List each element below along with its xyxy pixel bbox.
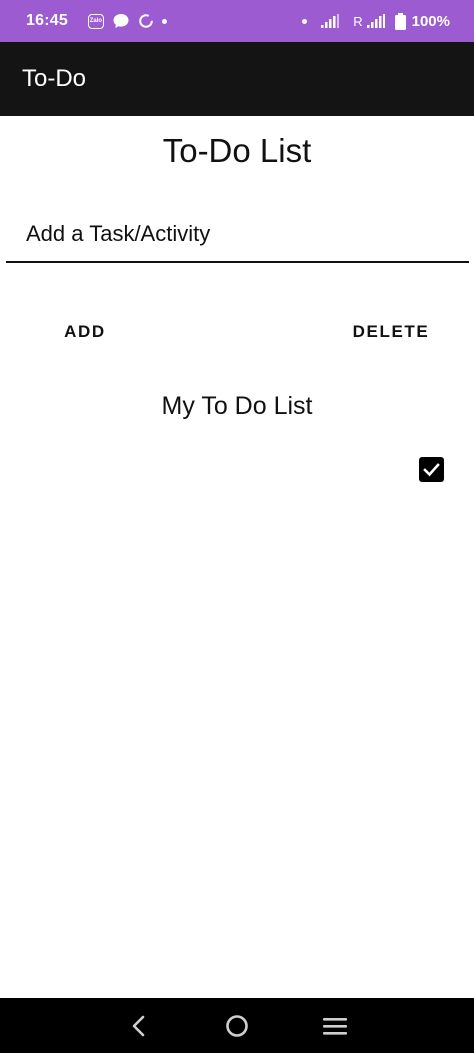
roaming-signal-icon xyxy=(366,14,385,28)
item-checkbox[interactable] xyxy=(419,457,444,482)
sync-icon xyxy=(138,13,154,29)
task-input[interactable] xyxy=(6,206,469,263)
home-icon[interactable] xyxy=(217,1006,257,1046)
app-title: To-Do xyxy=(22,65,87,92)
status-time: 16:45 xyxy=(26,12,68,29)
back-icon[interactable] xyxy=(119,1006,159,1046)
todo-list xyxy=(0,448,474,490)
app-bar: To-Do xyxy=(0,42,474,116)
checkmark-icon xyxy=(423,463,440,477)
chat-bubble-icon xyxy=(112,12,130,30)
battery-icon xyxy=(394,12,406,30)
list-item[interactable] xyxy=(0,448,474,490)
recents-icon[interactable] xyxy=(315,1006,355,1046)
list-heading: My To Do List xyxy=(161,392,313,420)
signal-icon xyxy=(321,14,340,28)
status-bar: 16:45 Zalo R 100% xyxy=(0,0,474,42)
navigation-bar xyxy=(0,998,474,1053)
delete-button[interactable]: DELETE xyxy=(336,310,446,354)
dot-icon xyxy=(302,18,308,24)
status-right: R 100% xyxy=(302,12,450,30)
status-left: 16:45 Zalo xyxy=(26,12,175,30)
add-button[interactable]: ADD xyxy=(38,310,132,354)
page-title: To-Do List xyxy=(162,132,312,169)
roaming-label: R xyxy=(353,13,363,29)
battery-percentage: 100% xyxy=(411,12,450,30)
zalo-icon-text: Zalo xyxy=(87,13,104,29)
zalo-icon: Zalo xyxy=(87,13,104,29)
dot-icon xyxy=(161,18,167,24)
